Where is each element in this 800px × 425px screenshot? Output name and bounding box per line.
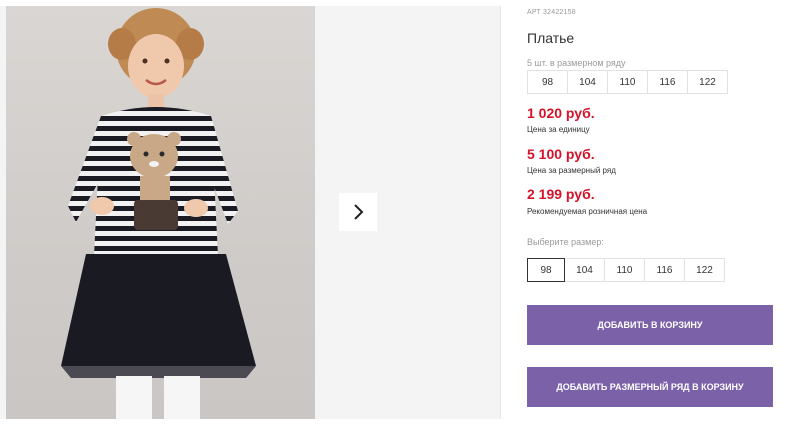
size-option-104[interactable]: 104 — [564, 258, 605, 282]
column-divider — [500, 6, 501, 419]
article-number: АРТ 32422158 — [527, 9, 576, 16]
girl-in-dress-image — [61, 8, 256, 419]
product-title: Платье — [527, 30, 575, 46]
add-to-cart-button[interactable]: ДОБАВИТЬ В КОРЗИНУ — [527, 305, 773, 345]
pack-size-cell: 116 — [647, 70, 688, 94]
size-option-98[interactable]: 98 — [527, 258, 565, 282]
product-photo — [6, 6, 315, 419]
pack-size-cell: 122 — [687, 70, 728, 94]
pack-size-row: 98 104 110 116 122 — [527, 70, 728, 94]
add-size-row-to-cart-button[interactable]: ДОБАВИТЬ РАЗМЕРНЫЙ РЯД В КОРЗИНУ — [527, 367, 773, 407]
size-option-110[interactable]: 110 — [604, 258, 645, 282]
pack-label: 5 шт. в размерном ряду — [527, 58, 626, 68]
pack-size-cell: 110 — [607, 70, 648, 94]
size-option-116[interactable]: 116 — [644, 258, 685, 282]
unit-price: 1 020 руб. — [527, 105, 595, 121]
retail-price-caption: Рекомендуемая розничная цена — [527, 207, 648, 216]
row-price: 5 100 руб. — [527, 146, 595, 162]
pack-size-cell: 104 — [567, 70, 608, 94]
unit-price-caption: Цена за единицу — [527, 125, 590, 134]
next-image-button[interactable] — [339, 193, 377, 231]
size-selector: 98 104 110 116 122 — [527, 258, 725, 282]
pack-size-cell: 98 — [527, 70, 568, 94]
product-gallery — [0, 6, 500, 419]
choose-size-label: Выберите размер: — [527, 237, 604, 247]
retail-price: 2 199 руб. — [527, 186, 595, 202]
size-option-122[interactable]: 122 — [684, 258, 725, 282]
row-price-caption: Цена за размерный ряд — [527, 166, 616, 175]
chevron-right-icon — [354, 204, 364, 220]
